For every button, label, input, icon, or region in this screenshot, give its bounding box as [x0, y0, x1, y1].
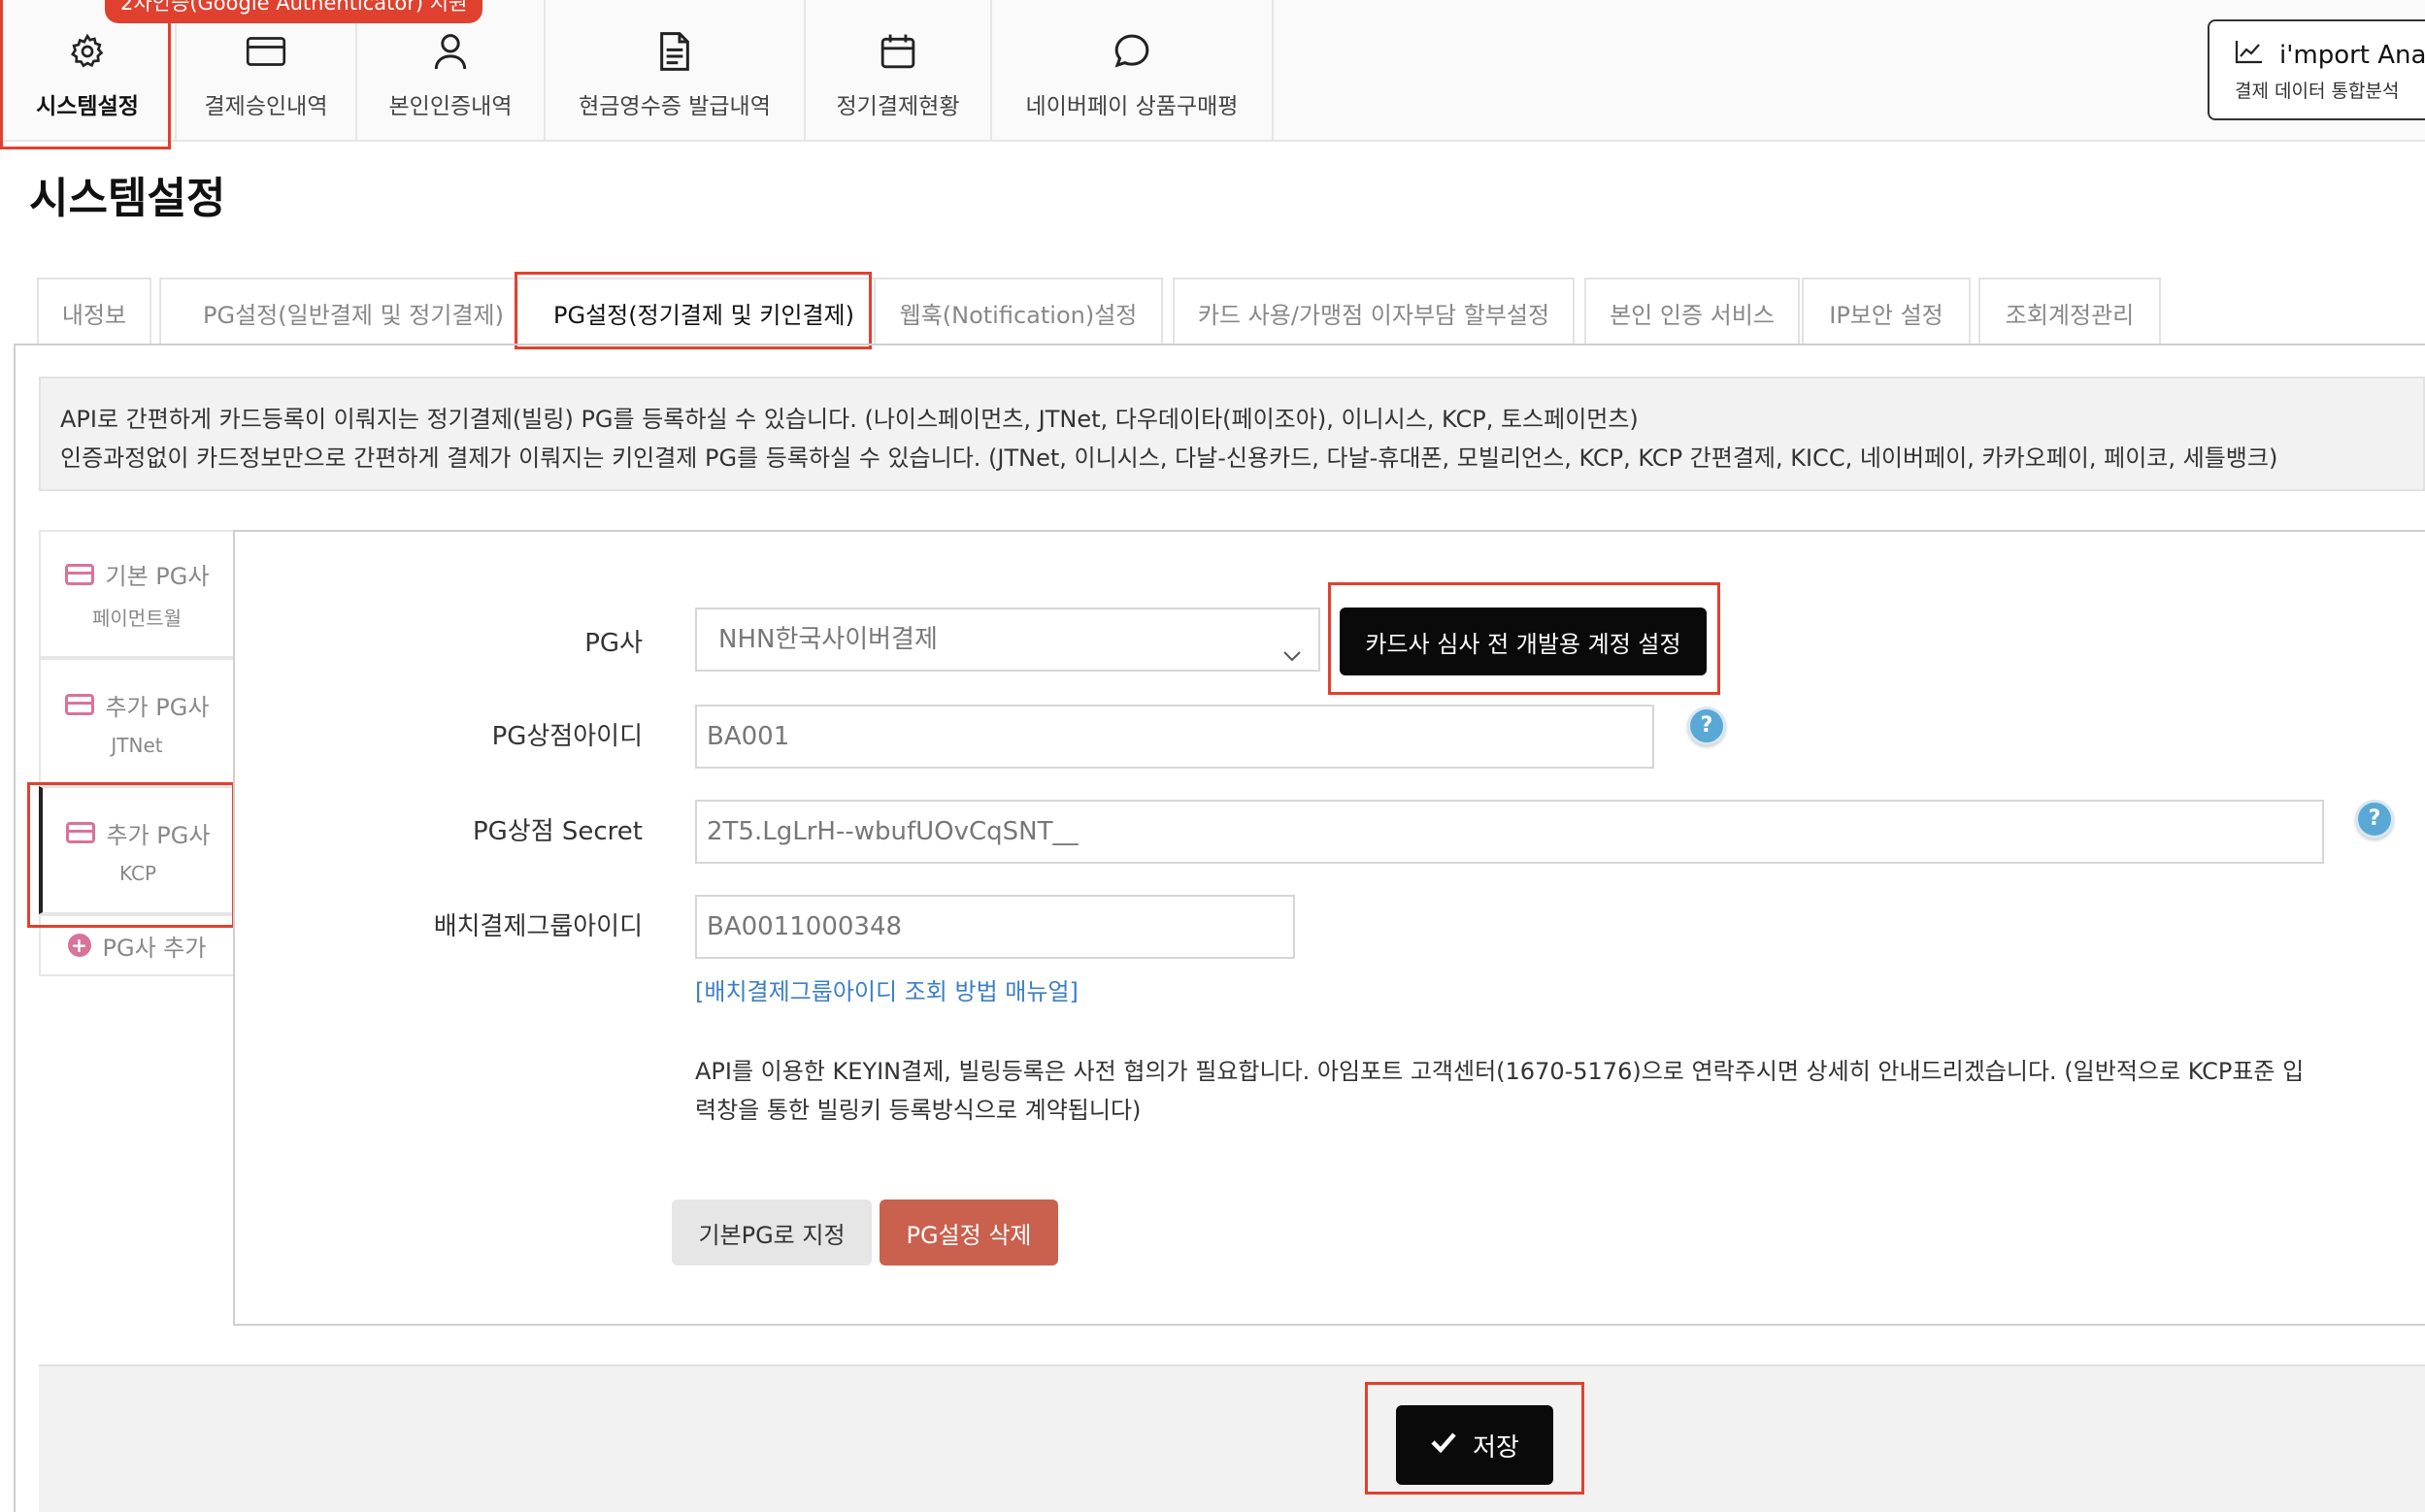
nav-recurring-payments[interactable]: 정기결제현황	[806, 0, 992, 140]
secret-input[interactable]: 2T5.LgLrH--wbufUOvCqSNT__	[695, 800, 2324, 864]
top-navigation: 시스템설정 결제승인내역 본인인증내역 현금영수증 발급내역 정기결제현황 네이…	[0, 0, 2425, 142]
credit-card-icon	[64, 694, 94, 715]
batch-group-manual-link[interactable]: [배치결제그룹아이디 조회 방법 매뉴얼]	[695, 972, 1079, 1006]
pg-settings-panel: PG사 NHN한국사이버결제 카드사 심사 전 개발용 계정 설정 PG상점아이…	[233, 530, 2425, 1326]
pg-select-value: NHN한국사이버결제	[718, 625, 938, 654]
notice-line: 력창을 통한 빌링키 등록방식으로 계약됩니다)	[695, 1097, 1142, 1124]
pg-item-sub: JTNet	[111, 733, 163, 757]
pg-item-title: 추가 PG사	[105, 693, 210, 721]
nav-label: 본인인증내역	[388, 94, 513, 119]
add-pg-button[interactable]: + PG사 추가	[39, 914, 235, 976]
info-line-billing: API로 간편하게 카드등록이 이뤄지는 정기결제(빌링) PG를 등록하실 수…	[60, 406, 1639, 433]
help-icon[interactable]: ?	[2355, 800, 2394, 838]
set-default-pg-button[interactable]: 기본PG로 지정	[672, 1200, 872, 1265]
line-chart-icon	[2235, 39, 2279, 71]
credit-card-icon	[64, 563, 94, 585]
save-label: 저장	[1473, 1432, 1519, 1463]
batch-group-label: 배치결제그룹아이디	[433, 912, 643, 941]
notice-line: API를 이용한 KEYIN결제, 빌링등록은 사전 협의가 필요합니다. 아임…	[695, 1058, 2305, 1085]
tab-pg-general[interactable]: PG설정(일반결제 및 정기결제)	[159, 278, 548, 345]
user-icon	[428, 29, 473, 74]
tab-identity-service[interactable]: 본인 인증 서비스	[1584, 278, 1800, 345]
two-factor-ribbon: 2차인증(Google Authenticator) 지원	[105, 0, 483, 23]
footer-bar	[39, 1364, 2425, 1512]
nav-label: 시스템설정	[36, 94, 139, 119]
credit-card-icon	[65, 822, 95, 843]
nav-naverpay-reviews[interactable]: 네이버페이 상품구매평	[992, 0, 1274, 140]
mid-input[interactable]: BA001	[695, 705, 1654, 769]
pg-item-sub: 페이먼트월	[92, 607, 182, 630]
tab-divider	[14, 344, 2425, 345]
tab-my-info[interactable]: 내정보	[37, 278, 151, 345]
keyin-notice: API를 이용한 KEYIN결제, 빌링등록은 사전 협의가 필요합니다. 아임…	[695, 1052, 2345, 1130]
pg-label: PG사	[584, 629, 643, 658]
pg-list-item-default[interactable]: 기본 PG사 페이먼트월	[39, 530, 235, 658]
chat-bubble-icon	[1110, 29, 1154, 74]
analytics-button[interactable]: i'mport Analytics 결제 데이터 통합분석	[2208, 19, 2425, 120]
tab-installment[interactable]: 카드 사용/가맹점 이자부담 할부설정	[1173, 278, 1575, 345]
credit-card-icon	[244, 29, 288, 74]
tab-pg-recurring-keyin[interactable]: PG설정(정기결제 및 키인결제)	[516, 278, 891, 345]
tab-ip-security[interactable]: IP보안 설정	[1802, 278, 1971, 345]
plus-circle-icon: +	[67, 934, 91, 957]
pg-item-sub: KCP	[118, 861, 157, 885]
info-box: API로 간편하게 카드등록이 이뤄지는 정기결제(빌링) PG를 등록하실 수…	[39, 377, 2425, 491]
batch-group-input[interactable]: BA0011000348	[695, 895, 1295, 959]
add-pg-label: PG사 추가	[102, 934, 207, 962]
pg-select[interactable]: NHN한국사이버결제	[695, 608, 1320, 672]
mid-label: PG상점아이디	[491, 722, 643, 751]
nav-label: 현금영수증 발급내역	[579, 94, 771, 119]
secret-label: PG상점 Secret	[472, 817, 643, 846]
delete-pg-button[interactable]: PG설정 삭제	[880, 1200, 1058, 1265]
help-icon[interactable]: ?	[1687, 707, 1726, 745]
pg-list-item-kcp[interactable]: 추가 PG사 KCP	[39, 786, 235, 914]
tab-webhook[interactable]: 웹훅(Notification)설정	[874, 278, 1163, 345]
chevron-down-icon	[1281, 629, 1303, 670]
pg-item-title: 추가 PG사	[106, 821, 211, 849]
check-icon	[1430, 1430, 1473, 1460]
nav-label: 정기결제현황	[836, 94, 960, 119]
pg-list-item-jtnet[interactable]: 추가 PG사 JTNet	[39, 658, 235, 786]
nav-cash-receipts[interactable]: 현금영수증 발급내역	[546, 0, 806, 140]
content-left-border	[14, 344, 16, 1512]
analytics-title: i'mport Analytics	[2279, 40, 2425, 70]
calendar-icon	[876, 29, 920, 74]
info-line-keyin: 인증과정없이 카드정보만으로 간편하게 결제가 이뤄지는 키인결제 PG를 등록…	[60, 444, 2278, 472]
save-button[interactable]: 저장	[1396, 1405, 1553, 1485]
gear-icon	[65, 29, 110, 74]
document-icon	[652, 29, 697, 74]
page-title: 시스템설정	[29, 174, 226, 223]
nav-label: 결제승인내역	[204, 94, 328, 119]
pg-item-title: 기본 PG사	[105, 563, 210, 590]
dev-account-button[interactable]: 카드사 심사 전 개발용 계정 설정	[1340, 608, 1707, 675]
tab-view-accounts[interactable]: 조회계정관리	[1978, 278, 2161, 345]
analytics-subtitle: 결제 데이터 통합분석	[2235, 81, 2400, 102]
nav-label: 네이버페이 상품구매평	[1025, 94, 1239, 119]
